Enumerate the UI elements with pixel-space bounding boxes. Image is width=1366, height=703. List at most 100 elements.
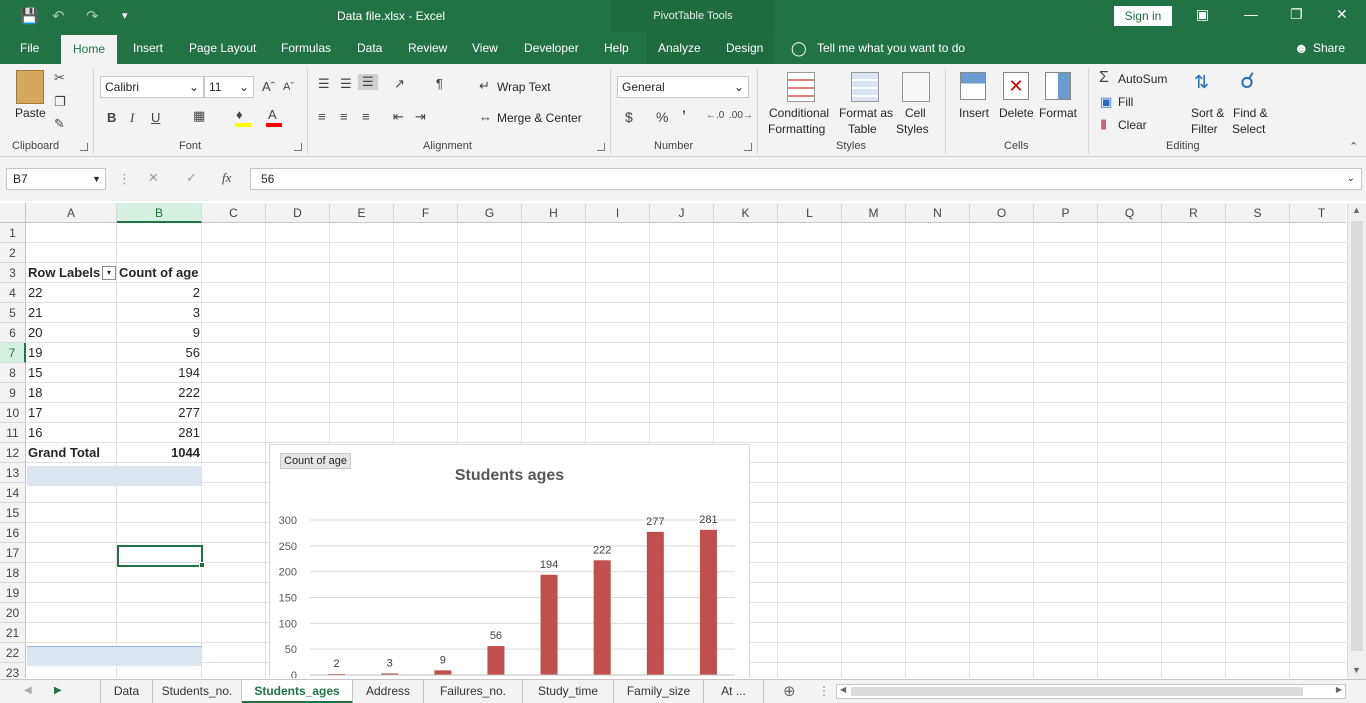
alignment-launcher-icon[interactable] xyxy=(597,143,605,151)
pivot-row-value[interactable]: 277 xyxy=(117,403,202,423)
row-header[interactable]: 2 xyxy=(0,243,26,263)
pivot-row-value[interactable]: 222 xyxy=(117,383,202,403)
horizontal-scrollbar[interactable]: ◀ ▶ xyxy=(836,684,1346,699)
column-header[interactable]: M xyxy=(842,203,906,223)
format-button[interactable]: Format xyxy=(1039,106,1077,120)
column-header[interactable]: J xyxy=(650,203,714,223)
decrease-font-icon[interactable]: Aˇ xyxy=(283,81,294,93)
number-format-select[interactable]: General ⌄ xyxy=(617,76,749,98)
vertical-scrollbar[interactable]: ▲ ▼ xyxy=(1347,203,1366,679)
tab-data[interactable]: Data xyxy=(357,32,382,64)
redo-icon[interactable]: ↷ xyxy=(86,7,99,25)
ribbon-display-icon[interactable]: ▣ xyxy=(1196,6,1209,23)
worksheet-grid[interactable]: ABCDEFGHIJKLMNOPQRST 1 2 3 4 5 6 7 8 9 10 11 12 13 14… xyxy=(0,203,1346,678)
tell-me-search[interactable]: Tell me what you want to do xyxy=(817,32,965,64)
number-launcher-icon[interactable] xyxy=(744,143,752,151)
pivot-row-label[interactable]: 15 xyxy=(26,363,117,383)
text-direction-icon[interactable]: ¶ xyxy=(436,76,443,91)
clear-button[interactable]: Clear xyxy=(1118,118,1147,132)
sheet-tab[interactable]: Failures_no. xyxy=(424,680,523,703)
sheet-tab[interactable]: Students_no. xyxy=(153,680,242,703)
minimize-button[interactable]: — xyxy=(1244,6,1258,22)
orientation-icon[interactable]: ↗ xyxy=(394,76,405,92)
customize-qat-icon[interactable]: ▾ xyxy=(122,9,128,22)
row-header[interactable]: 22 xyxy=(0,643,26,663)
fill-button[interactable]: Fill xyxy=(1118,95,1133,109)
pivot-row-label[interactable]: 21 xyxy=(26,303,117,323)
column-header[interactable]: N xyxy=(906,203,970,223)
sort-filter-button[interactable]: Sort & xyxy=(1191,106,1224,120)
tab-developer[interactable]: Developer xyxy=(524,32,579,64)
underline-button[interactable]: U xyxy=(151,110,160,125)
collapse-ribbon-icon[interactable]: ⌃ xyxy=(1349,140,1358,153)
pivot-row-value[interactable]: 194 xyxy=(117,363,202,383)
row-header[interactable]: 9 xyxy=(0,383,26,403)
filter-dropdown-icon[interactable]: ▾ xyxy=(102,266,116,280)
tab-insert[interactable]: Insert xyxy=(133,32,163,64)
row-header[interactable]: 10 xyxy=(0,403,26,423)
row-header[interactable]: 8 xyxy=(0,363,26,383)
row-header[interactable]: 1 xyxy=(0,223,26,243)
next-sheet-icon[interactable]: ▶ xyxy=(54,685,62,696)
delete-button[interactable]: Delete xyxy=(999,106,1034,120)
delete-cells-icon[interactable]: ✕ xyxy=(1003,72,1029,100)
row-header[interactable]: 14 xyxy=(0,483,26,503)
format-painter-icon[interactable]: ✎ xyxy=(54,116,65,132)
pivot-row-label[interactable]: 22 xyxy=(26,283,117,303)
font-size-select[interactable]: 11 ⌄ xyxy=(204,76,254,98)
restore-button[interactable]: ❐ xyxy=(1290,6,1303,23)
align-bottom-icon[interactable]: ☰ xyxy=(358,74,378,90)
tab-review[interactable]: Review xyxy=(408,32,447,64)
row-header[interactable]: 21 xyxy=(0,623,26,643)
format-cells-icon[interactable] xyxy=(1045,72,1071,100)
column-header[interactable]: T xyxy=(1290,203,1346,223)
column-header[interactable]: G xyxy=(458,203,522,223)
pivot-row-value[interactable]: 3 xyxy=(117,303,202,323)
sheet-tab[interactable]: At ... xyxy=(704,680,764,703)
scroll-thumb[interactable] xyxy=(1351,221,1363,651)
column-header[interactable]: K xyxy=(714,203,778,223)
column-header[interactable]: D xyxy=(266,203,330,223)
format-as-table-icon[interactable] xyxy=(851,72,879,102)
column-header[interactable]: P xyxy=(1034,203,1098,223)
increase-font-icon[interactable]: Aˆ xyxy=(262,79,275,94)
conditional-formatting-button[interactable]: Conditional xyxy=(769,106,829,120)
tab-view[interactable]: View xyxy=(472,32,498,64)
insert-button[interactable]: Insert xyxy=(959,106,989,120)
insert-function-button[interactable]: fx xyxy=(222,170,231,186)
align-right-icon[interactable]: ≡ xyxy=(362,109,370,124)
align-center-icon[interactable]: ≡ xyxy=(340,109,348,124)
tab-analyze[interactable]: Analyze xyxy=(658,32,701,64)
column-header[interactable]: O xyxy=(970,203,1034,223)
row-header[interactable]: 3 xyxy=(0,263,26,283)
font-family-select[interactable]: Calibri ⌄ xyxy=(100,76,204,98)
pivot-row-value[interactable]: 9 xyxy=(117,323,202,343)
row-header[interactable]: 12 xyxy=(0,443,26,463)
count-of-age-header[interactable]: Count of age xyxy=(117,263,202,283)
sheet-tab[interactable]: Address xyxy=(353,680,424,703)
pivot-row-label[interactable]: 20 xyxy=(26,323,117,343)
name-box[interactable]: B7 ▼ xyxy=(6,168,106,190)
decrease-decimal-icon[interactable]: .00→ xyxy=(729,110,753,121)
scroll-down-icon[interactable]: ▼ xyxy=(1352,665,1361,675)
column-header[interactable]: L xyxy=(778,203,842,223)
row-header[interactable]: 11 xyxy=(0,423,26,443)
font-launcher-icon[interactable] xyxy=(294,143,302,151)
scroll-right-icon[interactable]: ▶ xyxy=(1336,685,1342,694)
pivot-row-value[interactable]: 56 xyxy=(117,343,202,363)
column-header[interactable]: I xyxy=(586,203,650,223)
borders-icon[interactable]: ▦ xyxy=(193,108,205,124)
sheet-tab[interactable]: Family_size xyxy=(614,680,704,703)
h-scroll-thumb[interactable] xyxy=(851,687,1303,696)
row-header[interactable]: 19 xyxy=(0,583,26,603)
pivot-row-value[interactable]: 281 xyxy=(117,423,202,443)
find-select-button[interactable]: Find & xyxy=(1233,106,1268,120)
autosum-button[interactable]: AutoSum xyxy=(1118,72,1167,86)
fill-handle[interactable] xyxy=(199,562,205,568)
pivot-row-label[interactable]: 17 xyxy=(26,403,117,423)
sheet-tab[interactable]: Data xyxy=(101,680,153,703)
insert-cells-icon[interactable] xyxy=(960,72,986,100)
sign-in-button[interactable]: Sign in xyxy=(1114,6,1172,26)
fill-color-icon[interactable]: ♦ xyxy=(236,107,243,122)
sheet-tab[interactable]: Study_time xyxy=(523,680,614,703)
